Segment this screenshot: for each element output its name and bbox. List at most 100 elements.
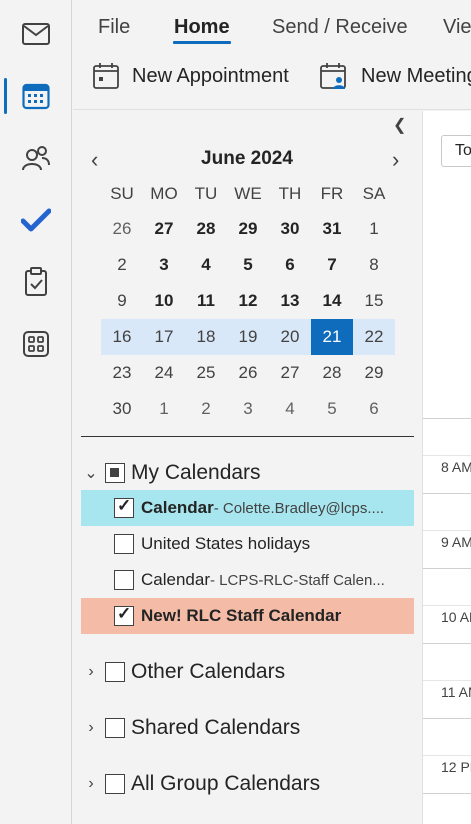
mini-calendar-day[interactable]: 18: [185, 320, 227, 354]
calendar-name: New! RLC Staff Calendar: [141, 606, 342, 625]
chevron-right-icon[interactable]: ›: [83, 719, 99, 737]
mini-calendar-day[interactable]: 6: [269, 248, 311, 282]
half-hour-line: [423, 530, 471, 531]
calendar-checkbox[interactable]: [114, 496, 134, 518]
rail-todo[interactable]: [0, 194, 72, 246]
mini-calendar-day[interactable]: 8: [353, 248, 395, 282]
new-meeting-button[interactable]: New Meeting: [319, 62, 471, 90]
tab-view[interactable]: View: [443, 16, 471, 39]
time-label: 10 AM: [441, 609, 471, 625]
rail-mail[interactable]: [0, 8, 72, 60]
rail-calendar[interactable]: [0, 70, 72, 122]
mini-calendar-day[interactable]: 11: [185, 284, 227, 318]
mini-calendar-day[interactable]: 10: [143, 284, 185, 318]
shared-calendars-group-checkbox[interactable]: [105, 718, 125, 738]
tab-file[interactable]: File: [98, 16, 130, 39]
mini-calendar-day[interactable]: 5: [227, 248, 269, 282]
calendar-owner: - LCPS-RLC-Staff Calen...: [210, 571, 385, 589]
mini-calendar-day[interactable]: 29: [227, 212, 269, 246]
hour-line: [423, 418, 471, 419]
today-button[interactable]: Today: [441, 135, 471, 167]
mini-calendar-day[interactable]: 30: [101, 392, 143, 426]
mini-calendar-day[interactable]: 5: [311, 392, 353, 426]
mini-calendar-day[interactable]: 27: [269, 356, 311, 390]
collapse-pane-chevron-icon[interactable]: ❮: [393, 115, 406, 135]
half-hour-line: [423, 680, 471, 681]
mini-calendar-day[interactable]: 1: [143, 392, 185, 426]
calendar-checkbox[interactable]: [114, 534, 134, 554]
mini-calendar-day[interactable]: 28: [311, 356, 353, 390]
mini-calendar-day[interactable]: 30: [269, 212, 311, 246]
mini-calendar-day[interactable]: 4: [269, 392, 311, 426]
calendar-list-item[interactable]: New! RLC Staff Calendar: [81, 598, 414, 634]
chevron-right-icon[interactable]: ›: [83, 663, 99, 681]
tab-home[interactable]: Home: [174, 16, 230, 39]
mini-calendar-day[interactable]: 3: [227, 392, 269, 426]
mini-calendar-day[interactable]: 12: [227, 284, 269, 318]
rail-people[interactable]: [0, 132, 72, 184]
mini-calendar-day[interactable]: 2: [101, 248, 143, 282]
hour-line: [423, 568, 471, 569]
weekday-label: TU: [194, 184, 218, 203]
mini-calendar-day[interactable]: 26: [227, 356, 269, 390]
other-calendars-group-header[interactable]: › Other Calendars: [83, 655, 285, 689]
shared-calendars-label: Shared Calendars: [131, 716, 301, 739]
mini-calendar-day[interactable]: 31: [311, 212, 353, 246]
mini-calendar-day[interactable]: 20: [269, 320, 311, 354]
weekday-label: MO: [150, 184, 178, 203]
mini-calendar-day[interactable]: 15: [353, 284, 395, 318]
rail-apps[interactable]: [0, 318, 72, 370]
apps-grid-icon: [23, 331, 49, 357]
mini-calendar-day[interactable]: 27: [143, 212, 185, 246]
calendar-list-item[interactable]: United States holidays: [81, 526, 414, 562]
mini-calendar-day[interactable]: 26: [101, 212, 143, 246]
chevron-down-icon[interactable]: ⌄: [83, 463, 99, 483]
mini-calendar-day[interactable]: 28: [185, 212, 227, 246]
mini-calendar-day[interactable]: 9: [101, 284, 143, 318]
mini-calendar-day[interactable]: 19: [227, 320, 269, 354]
mini-calendar-day[interactable]: 22: [353, 320, 395, 354]
todo-check-icon: [21, 208, 51, 232]
mini-calendar-day[interactable]: 13: [269, 284, 311, 318]
hour-line: [423, 493, 471, 494]
mini-calendar-day[interactable]: 23: [101, 356, 143, 390]
all-group-calendars-group-checkbox[interactable]: [105, 774, 125, 794]
mini-calendar-day[interactable]: 14: [311, 284, 353, 318]
mini-calendar-day[interactable]: 17: [143, 320, 185, 354]
weekday-label: FR: [320, 184, 344, 203]
weekday-label: SA: [362, 184, 386, 203]
mini-calendar-day[interactable]: 3: [143, 248, 185, 282]
chevron-right-icon[interactable]: ›: [83, 775, 99, 793]
calendar-list-item[interactable]: Calendar - LCPS-RLC-Staff Calen...: [81, 562, 414, 598]
new-appointment-button[interactable]: New Appointment: [92, 62, 289, 90]
calendar-name: United States holidays: [141, 534, 311, 553]
mini-calendar-day[interactable]: 21: [311, 320, 353, 354]
shared-calendars-group-header[interactable]: › Shared Calendars: [83, 711, 300, 745]
weekday-label: SU: [110, 184, 134, 203]
mini-calendar-day[interactable]: 16: [101, 320, 143, 354]
tab-send-receive[interactable]: Send / Receive: [272, 16, 408, 39]
new-appointment-icon: [93, 63, 119, 89]
all-group-calendars-group-header[interactable]: › All Group Calendars: [83, 767, 320, 801]
previous-month-chevron-icon[interactable]: ‹: [91, 147, 98, 173]
active-tab-underline: [173, 41, 231, 44]
new-meeting-icon: [320, 63, 346, 89]
mini-calendar-day[interactable]: 1: [353, 212, 395, 246]
next-month-chevron-icon[interactable]: ›: [392, 147, 399, 173]
calendar-checkbox[interactable]: [114, 570, 134, 590]
my-calendars-group-checkbox[interactable]: [105, 463, 125, 483]
other-calendars-group-checkbox[interactable]: [105, 662, 125, 682]
mini-calendar-day[interactable]: 25: [185, 356, 227, 390]
calendar-list-item[interactable]: Calendar - Colette.Bradley@lcps....: [81, 490, 414, 526]
mini-calendar-day[interactable]: 7: [311, 248, 353, 282]
my-calendars-group-header[interactable]: ⌄ My Calendars: [83, 456, 260, 490]
mini-calendar-day[interactable]: 29: [353, 356, 395, 390]
mini-calendar-day[interactable]: 4: [185, 248, 227, 282]
mini-calendar-day[interactable]: 2: [185, 392, 227, 426]
calendar-checkbox[interactable]: [114, 604, 134, 626]
mini-calendar-day[interactable]: 24: [143, 356, 185, 390]
other-calendars-label: Other Calendars: [131, 660, 286, 683]
mini-calendar-day[interactable]: 6: [353, 392, 395, 426]
rail-tasks[interactable]: [0, 256, 72, 308]
mini-calendar-title: June 2024: [201, 148, 293, 169]
